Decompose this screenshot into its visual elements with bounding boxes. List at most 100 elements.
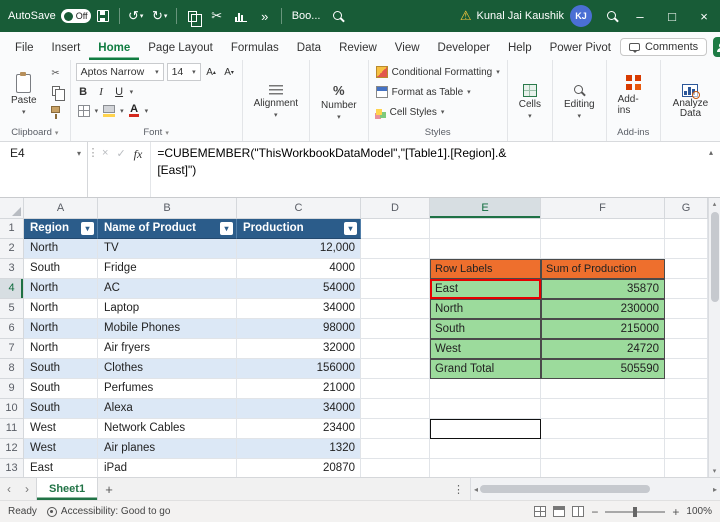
page-layout-view-button[interactable] xyxy=(553,506,565,517)
cell-A4[interactable]: North xyxy=(24,279,98,299)
cell-B7[interactable]: Air fryers xyxy=(98,339,237,359)
row-header-11[interactable]: 11 xyxy=(0,419,24,439)
cell-G13[interactable] xyxy=(665,459,708,477)
cell-D10[interactable] xyxy=(361,399,430,419)
cell-E5[interactable]: North xyxy=(430,299,541,319)
search-button-2[interactable] xyxy=(600,4,624,28)
autosave-toggle[interactable]: AutoSave Off xyxy=(8,9,91,23)
formula-bar-grip-icon[interactable]: ⋮ xyxy=(88,142,98,197)
cell-E2[interactable] xyxy=(430,239,541,259)
zoom-slider-knob[interactable] xyxy=(633,507,637,517)
filter-dropdown-icon[interactable]: ▾ xyxy=(81,222,94,235)
cell-A9[interactable]: South xyxy=(24,379,98,399)
enter-icon[interactable]: ✓ xyxy=(116,147,125,160)
cell-C13[interactable]: 20870 xyxy=(237,459,361,477)
cell-G12[interactable] xyxy=(665,439,708,459)
column-header-G[interactable]: G xyxy=(665,198,708,219)
cell-D9[interactable] xyxy=(361,379,430,399)
vertical-scroll-thumb[interactable] xyxy=(711,212,719,302)
tab-insert[interactable]: Insert xyxy=(43,37,90,60)
borders-button[interactable] xyxy=(76,102,92,119)
bold-button[interactable]: B xyxy=(76,83,91,100)
format-painter-button[interactable] xyxy=(47,101,65,117)
row-header-7[interactable]: 7 xyxy=(0,339,24,359)
sheet-tab-sheet1[interactable]: Sheet1 xyxy=(36,478,98,500)
cell-A13[interactable]: East xyxy=(24,459,98,477)
cell-G2[interactable] xyxy=(665,239,708,259)
cell-F13[interactable] xyxy=(541,459,665,477)
cell-C2[interactable]: 12,000 xyxy=(237,239,361,259)
filter-dropdown-icon[interactable]: ▾ xyxy=(344,222,357,235)
autosave-switch[interactable]: Off xyxy=(61,9,91,23)
cell-F4[interactable]: 35870 xyxy=(541,279,665,299)
cell-E1[interactable] xyxy=(430,219,541,239)
cell-D4[interactable] xyxy=(361,279,430,299)
row-header-13[interactable]: 13 xyxy=(0,459,24,477)
copy-button[interactable] xyxy=(47,83,65,99)
cell-C12[interactable]: 1320 xyxy=(237,439,361,459)
horizontal-scroll-thumb[interactable] xyxy=(480,485,650,493)
cell-D6[interactable] xyxy=(361,319,430,339)
underline-button[interactable]: U xyxy=(112,83,127,100)
cell-F6[interactable]: 215000 xyxy=(541,319,665,339)
filter-dropdown-icon[interactable]: ▾ xyxy=(220,222,233,235)
user-name[interactable]: Kunal Jai Kaushik xyxy=(477,10,564,22)
cells-button[interactable]: Cells ▾ xyxy=(513,63,547,140)
cut-quick-button[interactable]: ✂ xyxy=(205,4,229,28)
row-header-10[interactable]: 10 xyxy=(0,399,24,419)
cell-G8[interactable] xyxy=(665,359,708,379)
cell-D11[interactable] xyxy=(361,419,430,439)
zoom-slider[interactable] xyxy=(605,511,665,513)
zoom-out-button[interactable]: − xyxy=(591,505,598,519)
cell-D3[interactable] xyxy=(361,259,430,279)
name-box[interactable]: E4 ▾ xyxy=(0,142,88,197)
tab-help[interactable]: Help xyxy=(499,37,541,60)
cell-A1[interactable]: Region▾ xyxy=(24,219,98,239)
zoom-in-button[interactable]: + xyxy=(672,505,679,519)
sheet-nav-right-icon[interactable]: › xyxy=(18,482,36,496)
cell-D13[interactable] xyxy=(361,459,430,477)
sheet-nav-left-icon[interactable]: ‹ xyxy=(0,482,18,496)
tab-review[interactable]: Review xyxy=(330,37,386,60)
row-header-12[interactable]: 12 xyxy=(0,439,24,459)
undo-button[interactable]: ↺▾ xyxy=(124,4,148,28)
cell-A10[interactable]: South xyxy=(24,399,98,419)
column-header-F[interactable]: F xyxy=(541,198,665,219)
horizontal-scrollbar[interactable]: ◂ ▸ xyxy=(470,478,720,500)
cell-C10[interactable]: 34000 xyxy=(237,399,361,419)
font-size-select[interactable]: 14▾ xyxy=(167,63,201,81)
tab-formulas[interactable]: Formulas xyxy=(222,37,288,60)
row-header-3[interactable]: 3 xyxy=(0,259,24,279)
cell-D12[interactable] xyxy=(361,439,430,459)
accessibility-status[interactable]: Accessibility: Good to go xyxy=(47,506,171,517)
scroll-up-icon[interactable]: ▴ xyxy=(713,198,717,210)
tab-page-layout[interactable]: Page Layout xyxy=(139,37,222,60)
cell-C7[interactable]: 32000 xyxy=(237,339,361,359)
cell-B13[interactable]: iPad xyxy=(98,459,237,477)
decrease-font-button[interactable]: A▾ xyxy=(222,64,237,81)
cell-C4[interactable]: 54000 xyxy=(237,279,361,299)
row-header-9[interactable]: 9 xyxy=(0,379,24,399)
save-button[interactable] xyxy=(91,4,115,28)
cell-F11[interactable] xyxy=(541,419,665,439)
cell-G10[interactable] xyxy=(665,399,708,419)
cell-A6[interactable]: North xyxy=(24,319,98,339)
cell-B1[interactable]: Name of Product▾ xyxy=(98,219,237,239)
row-header-2[interactable]: 2 xyxy=(0,239,24,259)
cell-B6[interactable]: Mobile Phones xyxy=(98,319,237,339)
cell-B5[interactable]: Laptop xyxy=(98,299,237,319)
editing-button[interactable]: Editing ▾ xyxy=(558,63,601,140)
cell-D7[interactable] xyxy=(361,339,430,359)
tab-file[interactable]: File xyxy=(6,37,43,60)
formula-input[interactable]: =CUBEMEMBER("ThisWorkbookDataModel","[Ta… xyxy=(151,142,702,197)
dialog-launcher-icon[interactable]: ▾ xyxy=(55,129,59,137)
cell-E12[interactable] xyxy=(430,439,541,459)
maximize-button[interactable]: □ xyxy=(656,0,688,32)
add-sheet-button[interactable]: + xyxy=(98,482,120,497)
cell-F12[interactable] xyxy=(541,439,665,459)
scroll-right-icon[interactable]: ▸ xyxy=(713,485,717,494)
tab-power-pivot[interactable]: Power Pivot xyxy=(541,37,620,60)
avatar[interactable]: KJ xyxy=(570,5,592,27)
number-button[interactable]: % Number ▾ xyxy=(315,63,363,140)
copy-quick-button[interactable] xyxy=(181,4,205,28)
